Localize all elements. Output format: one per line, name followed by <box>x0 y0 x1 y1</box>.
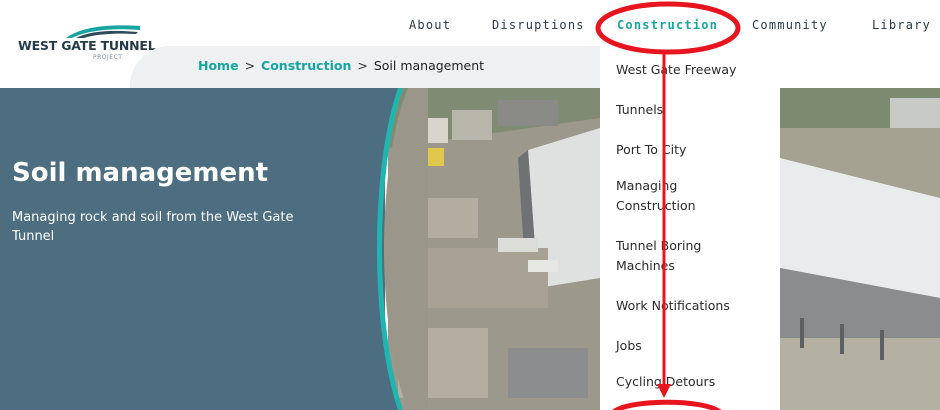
menu-item-cycling-detours[interactable]: Cycling Detours <box>616 372 715 392</box>
menu-item-tunnels[interactable]: Tunnels <box>616 100 663 120</box>
nav-construction[interactable]: Construction <box>617 18 718 32</box>
nav-community[interactable]: Community <box>752 18 828 32</box>
menu-item-port-to-city[interactable]: Port To City <box>616 140 686 160</box>
breadcrumb-separator: > <box>357 58 368 73</box>
menu-item-tunnel-boring-machines[interactable]: Tunnel Boring Machines <box>616 236 726 276</box>
breadcrumb-construction[interactable]: Construction <box>261 58 351 73</box>
menu-item-work-notifications[interactable]: Work Notifications <box>616 296 730 316</box>
nav-library[interactable]: Library <box>872 18 931 32</box>
logo-subtitle: PROJECT <box>93 54 123 61</box>
main-nav: About Disruptions Construction Community… <box>0 18 940 38</box>
breadcrumb: Home > Construction > Soil management <box>198 58 484 73</box>
menu-item-jobs[interactable]: Jobs <box>616 336 642 356</box>
breadcrumb-home[interactable]: Home <box>198 58 239 73</box>
construction-dropdown-menu: West Gate Freeway Tunnels Port To City M… <box>600 46 780 410</box>
hero-panel: Soil management Managing rock and soil f… <box>0 88 385 410</box>
nav-about[interactable]: About <box>409 18 451 32</box>
breadcrumb-separator: > <box>244 58 256 73</box>
menu-item-managing-construction[interactable]: Managing Construction <box>616 176 716 216</box>
site-header: WEST GATE TUNNEL PROJECT About Disruptio… <box>0 0 940 88</box>
page-title: Soil management <box>12 158 269 188</box>
teal-curve-divider <box>368 88 428 410</box>
hero-photo-right <box>780 88 940 410</box>
logo-title: WEST GATE TUNNEL <box>18 38 156 53</box>
breadcrumb-current: Soil management <box>373 58 485 73</box>
page-subtitle: Managing rock and soil from the West Gat… <box>12 210 294 244</box>
breadcrumb-bar: Home > Construction > Soil management <box>130 46 600 88</box>
nav-disruptions[interactable]: Disruptions <box>492 18 585 32</box>
menu-item-west-gate-freeway[interactable]: West Gate Freeway <box>616 60 736 80</box>
